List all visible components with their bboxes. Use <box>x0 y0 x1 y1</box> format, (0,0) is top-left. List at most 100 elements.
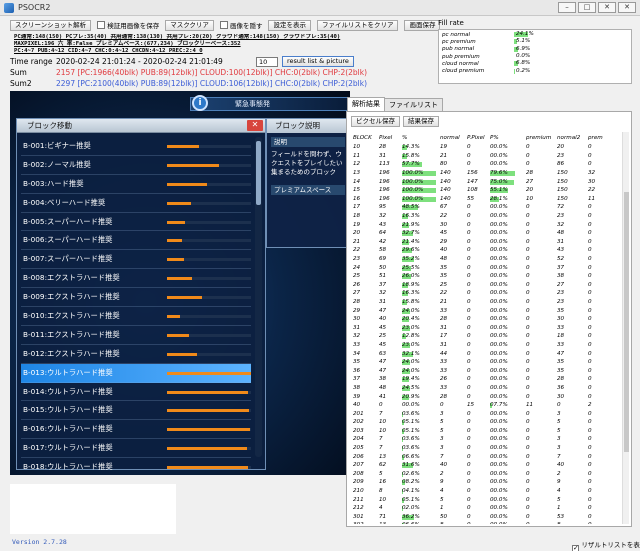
table-row: 202 10 05.1% 5 0 00.0% 0 5 0 <box>353 418 623 427</box>
screenshot-analysis-button[interactable]: スクリーンショット解析 <box>10 19 92 31</box>
table-row: 210 8 04.1% 4 0 00.0% 0 4 0 <box>353 487 623 496</box>
block-name: B-001:ビギナー推奨 <box>23 140 91 150</box>
table-cell: 00.0% <box>490 376 526 382</box>
result-tabs: 解析結果 ファイルリスト <box>347 97 443 111</box>
table-cell: 29.6% <box>402 247 440 254</box>
block-item[interactable]: B-010:エクストラハード推奨 <box>21 307 251 326</box>
table-row: 37 38 19.4% 26 0 00.0% 0 28 0 <box>353 375 623 384</box>
mask-clear-button[interactable]: マスククリア <box>165 19 214 31</box>
block-item[interactable]: B-002:ノーマル推奨 <box>21 156 251 175</box>
save-screen-button[interactable]: 画面保存 <box>404 19 441 31</box>
table-cell: 5 <box>557 427 561 434</box>
table-cell: 3 <box>557 410 561 417</box>
table-cell: 0 <box>588 316 592 323</box>
table-cell: 0 <box>467 445 471 452</box>
table-cell: 00.0% <box>490 316 526 322</box>
checkbox-box[interactable] <box>97 21 106 29</box>
block-item[interactable]: B-003:ハード推奨 <box>21 175 251 194</box>
percent-text: 100.0% <box>402 178 424 185</box>
block-item[interactable]: B-005:スーパーハード推奨 <box>21 213 251 232</box>
restore-button[interactable]: ✕ <box>598 2 616 13</box>
table-cell: 45 <box>379 341 387 348</box>
tab-analysis-result[interactable]: 解析結果 <box>347 97 385 111</box>
table-cell: 108 <box>467 187 478 194</box>
table-cell: 00.0% <box>490 359 526 365</box>
block-item[interactable]: B-001:ビギナー推奨 <box>21 137 251 156</box>
block-list-scrollbar[interactable] <box>255 137 262 457</box>
table-cell: 10 <box>379 419 387 426</box>
table-cell: 00.0% <box>490 351 526 357</box>
table-cell: 0 <box>467 505 471 512</box>
time-range-input[interactable]: 10 <box>256 56 278 67</box>
column-header: normal2 <box>557 134 581 141</box>
checkbox-box[interactable] <box>572 544 580 551</box>
hide-image-checkbox[interactable]: 画像を隠す <box>219 20 262 30</box>
block-item[interactable]: B-015:ウルトラハード推奨 <box>21 401 251 421</box>
table-cell: 0 <box>526 273 530 280</box>
percent-text: 00.0% <box>490 367 508 374</box>
table-cell: 16.3% <box>402 213 440 220</box>
table-cell: 62 <box>379 462 387 469</box>
show-settings-button[interactable]: 設定を表示 <box>268 19 311 31</box>
block-item[interactable]: B-014:ウルトラハード推奨 <box>21 383 251 402</box>
table-row: 28 31 15.8% 21 0 00.0% 0 23 0 <box>353 298 623 307</box>
table-cell: 35 <box>557 307 565 314</box>
table-cell: 9 <box>557 479 561 486</box>
minimize-button[interactable]: – <box>558 2 576 13</box>
tab-file-list[interactable]: ファイルリスト <box>384 98 443 111</box>
show-result-list-checkbox[interactable]: リザルトリストを表示 <box>572 539 640 551</box>
result-list-picture-button[interactable]: result list & picture <box>282 56 354 67</box>
block-item[interactable]: B-007:スーパーハード推奨 <box>21 250 251 270</box>
checkbox-box[interactable] <box>219 21 228 29</box>
block-occupancy-bar <box>167 239 251 243</box>
column-header: P% <box>490 134 499 141</box>
save-pixel-button[interactable]: ピクセル保存 <box>351 116 400 127</box>
block-item[interactable]: B-011:エクストラハード推奨 <box>21 326 251 345</box>
table-cell: 100.0% <box>402 187 440 194</box>
block-item[interactable]: B-006:スーパーハード推奨 <box>21 231 251 251</box>
block-item[interactable]: B-017:ウルトラハード推奨 <box>21 439 251 459</box>
clear-filelist-button[interactable]: ファイルリストをクリア <box>316 19 399 31</box>
table-cell: 5 <box>557 419 561 426</box>
save-verify-checkbox[interactable]: 検証用画像を保存 <box>97 20 159 30</box>
result-grid-scrollbar[interactable] <box>622 132 629 524</box>
table-cell: 69 <box>379 256 387 263</box>
scrollbar-thumb[interactable] <box>256 141 261 205</box>
table-cell: 3 <box>440 436 444 443</box>
close-icon[interactable]: ✕ <box>247 120 263 131</box>
close-button[interactable]: ✕ <box>618 2 636 13</box>
table-cell: 0 <box>379 402 383 409</box>
save-result-button[interactable]: 結果保存 <box>403 116 439 127</box>
maximize-button[interactable]: □ <box>578 2 596 13</box>
fill-rate-bar: 0.2% <box>514 68 574 74</box>
percent-text: 18.9% <box>402 281 420 288</box>
block-item[interactable]: B-018:ウルトラハード推奨 <box>21 458 251 475</box>
table-cell: 16 <box>379 479 387 486</box>
table-cell: 0 <box>526 161 530 168</box>
block-name: B-015:ウルトラハード推奨 <box>23 405 113 415</box>
block-occupancy-bar <box>167 296 251 300</box>
table-cell: 06.6% <box>402 522 440 524</box>
block-item[interactable]: B-016:ウルトラハード推奨 <box>21 420 251 440</box>
block-occupancy-fill <box>167 333 189 337</box>
block-item[interactable]: B-004:ベリーハード推奨 <box>21 194 251 213</box>
block-item[interactable]: B-008:エクストラハード推奨 <box>21 269 251 289</box>
block-item[interactable]: B-009:エクストラハード推奨 <box>21 288 251 308</box>
table-cell: 07.7% <box>490 402 526 409</box>
table-cell: 0 <box>467 513 471 520</box>
fill-rate-name: pub premium <box>442 53 480 60</box>
block-item[interactable]: B-013:ウルトラハード推奨 <box>21 363 251 383</box>
scrollbar-thumb[interactable] <box>624 192 629 452</box>
table-cell: 00.0% <box>490 454 526 460</box>
table-cell: 8 <box>557 522 588 524</box>
table-row: 25 51 26.0% 35 0 00.0% 0 38 0 <box>353 272 623 281</box>
table-row: 20 64 32.7% 45 0 00.0% 0 48 0 <box>353 229 623 238</box>
table-cell: 32 <box>379 213 387 220</box>
table-cell: 00.0% <box>490 368 526 374</box>
table-cell: 28 <box>353 298 361 305</box>
block-item[interactable]: B-012:エクストラハード推奨 <box>21 345 251 364</box>
table-cell: 24.0% <box>402 368 440 374</box>
block-occupancy-fill <box>167 201 191 205</box>
table-cell: 100.0% <box>402 196 440 202</box>
block-occupancy-bar <box>167 182 251 186</box>
